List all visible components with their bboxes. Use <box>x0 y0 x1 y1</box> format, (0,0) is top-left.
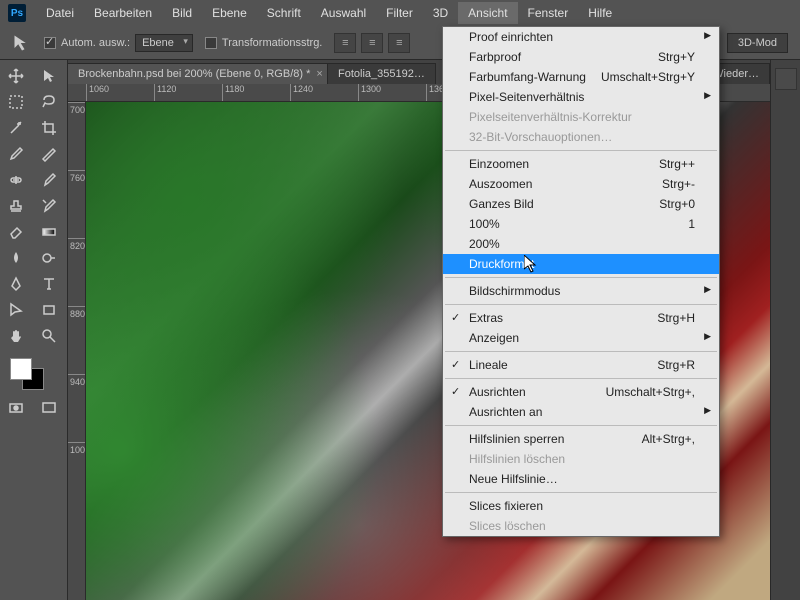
menu-item-extras[interactable]: ✓ExtrasStrg+H <box>443 308 719 328</box>
pen-tool-icon[interactable] <box>2 272 30 296</box>
transform-controls-label: Transformationsstrg. <box>222 37 322 49</box>
dodge-tool-icon[interactable] <box>35 246 63 270</box>
menu-hilfe[interactable]: Hilfe <box>578 2 622 24</box>
healing-tool-icon[interactable] <box>2 168 30 192</box>
menu-bearbeiten[interactable]: Bearbeiten <box>84 2 162 24</box>
eyedropper-tool-icon[interactable] <box>2 142 30 166</box>
menu-datei[interactable]: Datei <box>36 2 84 24</box>
history-brush-tool-icon[interactable] <box>35 194 63 218</box>
menu-bild[interactable]: Bild <box>162 2 202 24</box>
menu-fenster[interactable]: Fenster <box>518 2 579 24</box>
menu-ansicht[interactable]: Ansicht <box>458 2 517 24</box>
quickmask-icon[interactable] <box>2 396 30 420</box>
menu-item-neue-hilfslinie-[interactable]: Neue Hilfslinie… <box>443 469 719 489</box>
rectangle-tool-icon[interactable] <box>35 298 63 322</box>
ruler-vertical[interactable]: 7007608208809401000 <box>68 102 86 600</box>
menubar: Ps Datei Bearbeiten Bild Ebene Schrift A… <box>0 0 800 26</box>
auto-select-label: Autom. ausw.: <box>61 37 130 49</box>
align-icon[interactable]: ≡ <box>388 33 410 53</box>
color-swatches[interactable] <box>2 358 65 394</box>
panel-icon[interactable] <box>775 68 797 90</box>
menu-item-ausrichten-an[interactable]: Ausrichten an▶ <box>443 402 719 422</box>
menu-item-auszoomen[interactable]: AuszoomenStrg+- <box>443 174 719 194</box>
menu-item-bildschirmmodus[interactable]: Bildschirmmodus▶ <box>443 281 719 301</box>
mode-3d-button[interactable]: 3D-Mod <box>727 33 788 53</box>
menu-item-hilfslinien-l-schen: Hilfslinien löschen <box>443 449 719 469</box>
menu-item-32-bit-vorschauoptionen-: 32-Bit-Vorschauoptionen… <box>443 127 719 147</box>
menu-item-ausrichten[interactable]: ✓AusrichtenUmschalt+Strg+, <box>443 382 719 402</box>
doc-tab[interactable]: Fotolia_355192… <box>328 63 436 84</box>
toolbox <box>0 60 68 600</box>
type-tool-icon[interactable] <box>35 272 63 296</box>
menu-filter[interactable]: Filter <box>376 2 423 24</box>
path-select-tool-icon[interactable] <box>2 298 30 322</box>
align-icon[interactable]: ≡ <box>334 33 356 53</box>
menu-item-pixelseitenverh-ltnis-korrektur: Pixelseitenverhältnis-Korrektur <box>443 107 719 127</box>
auto-select-dropdown[interactable]: Ebene <box>135 34 193 52</box>
menu-item-slices-l-schen: Slices löschen <box>443 516 719 536</box>
transform-controls-checkbox[interactable] <box>205 37 217 49</box>
right-panel-dock <box>770 60 800 600</box>
move-tool-icon[interactable] <box>2 64 30 88</box>
screenmode-icon[interactable] <box>35 396 63 420</box>
menu-item-anzeigen[interactable]: Anzeigen▶ <box>443 328 719 348</box>
menu-auswahl[interactable]: Auswahl <box>311 2 376 24</box>
slice-tool-icon[interactable] <box>35 142 63 166</box>
menu-item-slices-fixieren[interactable]: Slices fixieren <box>443 496 719 516</box>
menu-item-einzoomen[interactable]: EinzoomenStrg++ <box>443 154 719 174</box>
menu-3d[interactable]: 3D <box>423 2 458 24</box>
foreground-color-swatch[interactable] <box>10 358 32 380</box>
crop-tool-icon[interactable] <box>35 116 63 140</box>
menu-ebene[interactable]: Ebene <box>202 2 257 24</box>
menu-item-proof-einrichten[interactable]: Proof einrichten▶ <box>443 27 719 47</box>
menu-item-farbumfang-warnung[interactable]: Farbumfang-WarnungUmschalt+Strg+Y <box>443 67 719 87</box>
zoom-tool-icon[interactable] <box>35 324 63 348</box>
eraser-tool-icon[interactable] <box>2 220 30 244</box>
menu-item-lineale[interactable]: ✓LinealeStrg+R <box>443 355 719 375</box>
hand-tool-icon[interactable] <box>2 324 30 348</box>
doc-tab[interactable]: Brockenbahn.psd bei 200% (Ebene 0, RGB/8… <box>68 63 328 84</box>
close-icon[interactable]: × <box>316 68 322 80</box>
wand-tool-icon[interactable] <box>2 116 30 140</box>
brush-tool-icon[interactable] <box>35 168 63 192</box>
artboard-tool-icon[interactable] <box>35 64 63 88</box>
gradient-tool-icon[interactable] <box>35 220 63 244</box>
app-logo: Ps <box>8 4 26 22</box>
menu-item-ganzes-bild[interactable]: Ganzes BildStrg+0 <box>443 194 719 214</box>
menu-item-druckformat[interactable]: Druckformat <box>443 254 719 274</box>
stamp-tool-icon[interactable] <box>2 194 30 218</box>
menu-schrift[interactable]: Schrift <box>257 2 311 24</box>
auto-select-checkbox[interactable] <box>44 37 56 49</box>
align-icon[interactable]: ≡ <box>361 33 383 53</box>
menu-item-pixel-seitenverh-ltnis[interactable]: Pixel-Seitenverhältnis▶ <box>443 87 719 107</box>
menu-item-200-[interactable]: 200% <box>443 234 719 254</box>
menu-item-100-[interactable]: 100%1 <box>443 214 719 234</box>
blur-tool-icon[interactable] <box>2 246 30 270</box>
menu-item-hilfslinien-sperren[interactable]: Hilfslinien sperrenAlt+Strg+, <box>443 429 719 449</box>
ansicht-dropdown-menu: Proof einrichten▶FarbproofStrg+YFarbumfa… <box>442 26 720 537</box>
marquee-tool-icon[interactable] <box>2 90 30 114</box>
move-tool-indicator-icon <box>12 35 32 51</box>
lasso-tool-icon[interactable] <box>35 90 63 114</box>
menu-item-farbproof[interactable]: FarbproofStrg+Y <box>443 47 719 67</box>
